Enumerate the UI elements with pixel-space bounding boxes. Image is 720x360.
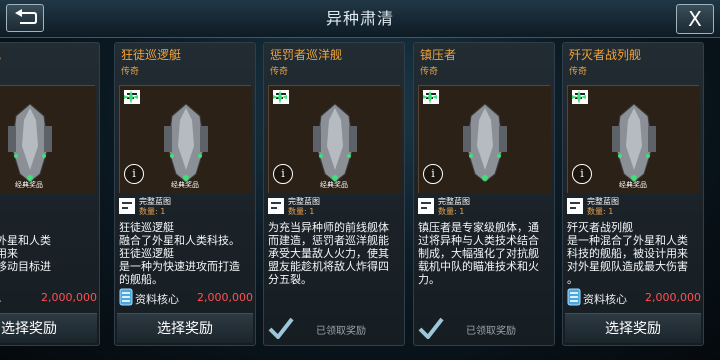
data-core-cost: 资料核心 2,000,000	[119, 287, 253, 307]
select-reward-button[interactable]: 选择奖励	[565, 313, 701, 343]
prize-caption: 经典奖品	[171, 181, 199, 189]
rarity-label: 传奇	[420, 67, 439, 77]
prize-caption: 经典奖品	[320, 181, 348, 189]
data-core-icon	[567, 288, 581, 306]
blueprint-row: :1	[0, 195, 97, 217]
data-core-label: 核心	[0, 291, 1, 307]
checkmark-icon	[418, 317, 444, 339]
checkmark-icon	[268, 317, 294, 339]
ship-artwork: i 经典奖品	[567, 85, 700, 194]
blueprint-quantity: 数量: 1	[139, 207, 166, 216]
data-core-label: 资料核心	[583, 293, 627, 306]
back-button[interactable]	[6, 4, 44, 32]
reward-card[interactable]: 狂徒巡逻艇 传奇 i 经典奖品 完整蓝图 数量: 1 狂徒巡逻艇 融合了外星和人…	[114, 42, 256, 346]
ship-artwork: i	[418, 85, 551, 194]
ship-description: 镇压者是专家级舰体，通 过将异种与人类技术结合 制成，大幅强化了对抗舰 载机中队…	[418, 221, 539, 286]
data-core-amount: 2,000,000	[41, 291, 97, 304]
rarity-label: 传奇	[121, 67, 140, 77]
blueprint-row: 完整蓝图 数量: 1	[567, 195, 701, 217]
reward-card[interactable]: 驱逐舰 i 经典奖	[0, 42, 100, 346]
claimed-label: 已领取奖励	[316, 326, 366, 337]
claimed-status: 已领取奖励	[266, 315, 402, 343]
blueprint-row: 完整蓝图 数量: 1	[418, 195, 552, 217]
reward-card-list: 驱逐舰 i 经典奖	[0, 42, 720, 360]
blueprint-icon	[567, 198, 583, 214]
card-title: 镇压者	[420, 48, 457, 62]
ship-description: 狂徒巡逻艇 融合了外星和人类科技。 狂徒巡逻艇 是一种为快速进攻而打造 的舰船。	[119, 221, 240, 286]
alien-tech-icon	[273, 90, 287, 104]
blueprint-quantity: 数量: 1	[587, 207, 614, 216]
reward-card[interactable]: 惩罚者巡洋舰 传奇 i 经典奖品 完整蓝图 数量: 1 为充当异种师的前线舰体 …	[263, 42, 405, 346]
card-title: 狂徒巡逻艇	[121, 48, 182, 62]
blueprint-icon	[268, 198, 284, 214]
ship-icon	[0, 86, 96, 194]
ship-artwork: i 经典奖品	[119, 85, 252, 194]
ship-description: 驱逐舰 混合了外星和人类 被设计用来 及缓慢移动目标进 式攻击。	[0, 234, 51, 286]
blueprint-quantity: 数量: 1	[288, 207, 315, 216]
back-arrow-icon	[15, 9, 37, 24]
alien-tech-icon	[124, 90, 138, 104]
data-core-cost: 核心 2,000,000	[0, 287, 97, 307]
data-core-label: 资料核心	[135, 293, 179, 306]
data-core-amount: 2,000,000	[197, 291, 253, 304]
data-core-icon	[119, 288, 133, 306]
ship-artwork: i 经典奖品	[268, 85, 401, 194]
close-button[interactable]: X	[676, 4, 714, 34]
claimed-status: 已领取奖励	[416, 315, 552, 343]
data-core-amount: 2,000,000	[645, 291, 701, 304]
select-reward-button[interactable]: 选择奖励	[117, 313, 253, 343]
top-bar	[0, 0, 720, 38]
blueprint-row: 完整蓝图 数量: 1	[119, 195, 253, 217]
reward-card[interactable]: 歼灭者战列舰 传奇 i 经典奖品 完整蓝图 数量: 1 歼灭者战列舰 是一种混合…	[562, 42, 704, 346]
blueprint-row: 完整蓝图 数量: 1	[268, 195, 402, 217]
select-reward-button[interactable]: 选择奖励	[0, 313, 97, 343]
blueprint-icon	[418, 198, 434, 214]
prize-caption: 经典奖品	[15, 181, 43, 189]
card-title: 惩罚者巡洋舰	[270, 48, 343, 62]
reward-card[interactable]: 镇压者 传奇 i 完整蓝图 数量: 1 镇压者是专家级舰体，通 过将异种与人类技…	[413, 42, 555, 346]
ship-description: 歼灭者战列舰 是一种混合了外星和人类 科技的舰船，被设计用来 对外星舰队造成最大…	[567, 221, 688, 286]
card-title: 驱逐舰	[0, 46, 1, 63]
ship-description: 为充当异种师的前线舰体 而建造，惩罚者巡洋舰能 承受大量敌人火力，使其 盟友能趁…	[268, 221, 389, 286]
rarity-label: 传奇	[270, 67, 289, 77]
alien-tech-icon	[423, 90, 437, 104]
prize-caption: 经典奖品	[619, 181, 647, 189]
alien-tech-icon	[572, 90, 586, 104]
claimed-label: 已领取奖励	[466, 326, 516, 337]
blueprint-quantity: 数量: 1	[438, 207, 465, 216]
ship-artwork: i 经典奖品	[0, 85, 96, 194]
card-title: 歼灭者战列舰	[569, 48, 642, 62]
info-icon[interactable]: i	[423, 164, 443, 184]
data-core-cost: 资料核心 2,000,000	[567, 287, 701, 307]
rarity-label: 传奇	[569, 67, 588, 77]
blueprint-icon	[119, 198, 135, 214]
